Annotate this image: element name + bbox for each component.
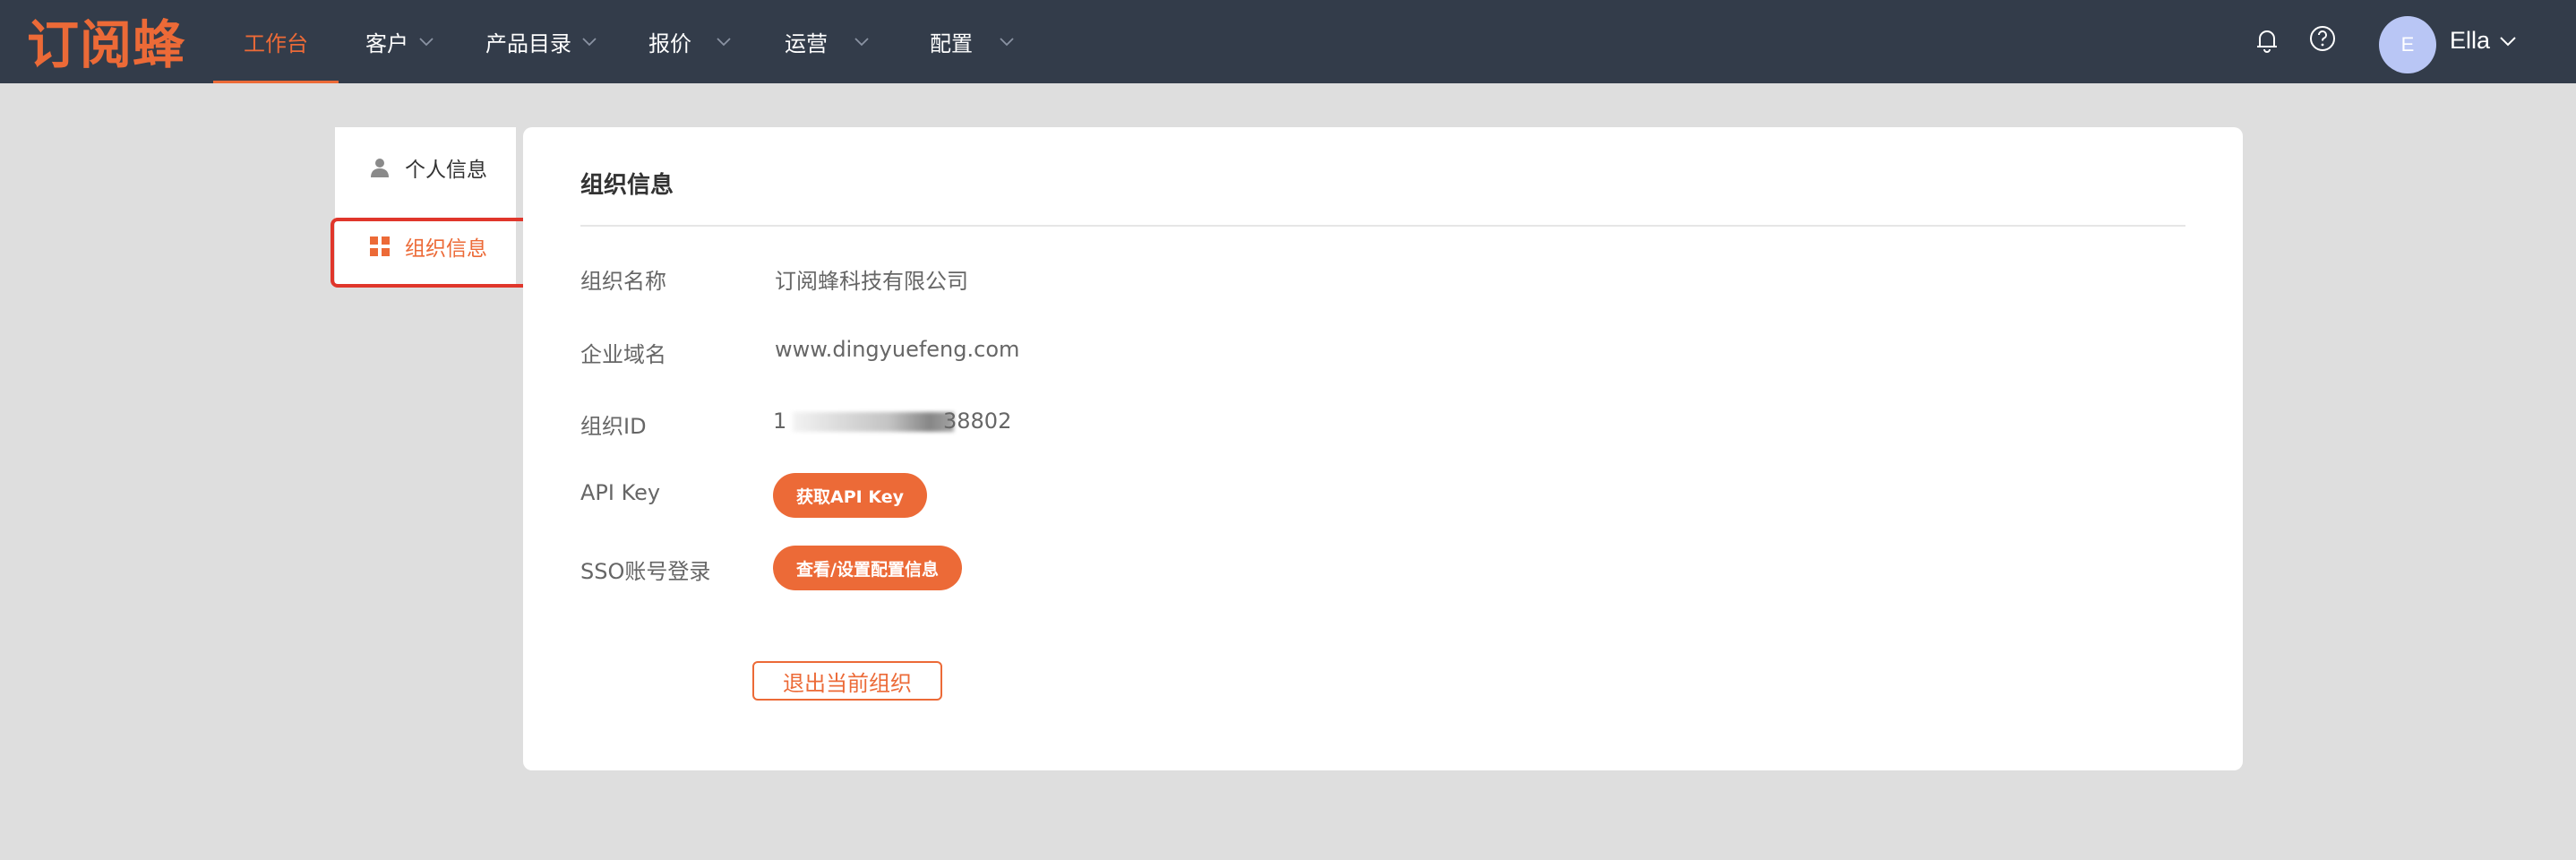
org-name-label: 组织名称 bbox=[580, 269, 666, 294]
nav-item-label: 运营 bbox=[785, 31, 828, 56]
chevron-down-icon bbox=[1000, 37, 1014, 47]
nav-item-customers[interactable]: 客户 bbox=[365, 0, 434, 83]
chevron-down-icon bbox=[582, 37, 597, 47]
side-menu-item-personal-info[interactable]: 个人信息 bbox=[335, 127, 516, 208]
bell-icon[interactable] bbox=[2252, 25, 2282, 56]
nav-item-settings[interactable]: 配置 bbox=[930, 0, 1014, 83]
avatar[interactable]: E bbox=[2379, 16, 2436, 73]
nav-item-operations[interactable]: 运营 bbox=[785, 0, 869, 83]
main-nav: 工作台 客户 产品目录 报价 运营 配置 bbox=[213, 0, 1014, 83]
domain-label: 企业域名 bbox=[580, 342, 666, 367]
nav-item-label: 配置 bbox=[930, 31, 973, 56]
user-name: Ella bbox=[2450, 27, 2491, 54]
chevron-down-icon bbox=[717, 37, 731, 47]
person-icon bbox=[369, 157, 391, 178]
nav-item-label: 客户 bbox=[365, 31, 408, 56]
page-title: 组织信息 bbox=[580, 172, 674, 199]
sso-label: SSO账号登录 bbox=[580, 559, 711, 584]
avatar-initial: E bbox=[2400, 33, 2415, 56]
app-logo[interactable]: 订阅蜂 bbox=[27, 9, 185, 75]
org-id-prefix: 1 bbox=[773, 408, 787, 434]
org-id-suffix: 38802 bbox=[943, 408, 1012, 434]
chevron-down-icon bbox=[419, 37, 434, 47]
chevron-down-icon bbox=[2499, 36, 2517, 47]
redaction-mask bbox=[793, 412, 954, 432]
help-icon[interactable] bbox=[2307, 23, 2338, 54]
org-id-label: 组织ID bbox=[580, 414, 647, 439]
user-menu[interactable]: Ella bbox=[2450, 27, 2517, 55]
api-key-label: API Key bbox=[580, 480, 661, 505]
org-name-value: 订阅蜂科技有限公司 bbox=[775, 269, 968, 294]
nav-item-label: 报价 bbox=[648, 31, 691, 56]
nav-item-workbench[interactable]: 工作台 bbox=[213, 0, 339, 83]
exit-org-button[interactable]: 退出当前组织 bbox=[752, 661, 942, 701]
nav-item-label: 工作台 bbox=[244, 31, 308, 56]
nav-item-product-catalog[interactable]: 产品目录 bbox=[485, 0, 597, 83]
top-navigation-bar: 订阅蜂 工作台 客户 产品目录 报价 运营 配置 E Ella bbox=[0, 0, 2576, 83]
sso-config-button[interactable]: 查看/设置配置信息 bbox=[773, 546, 962, 590]
chevron-down-icon bbox=[854, 37, 869, 47]
domain-value: www.dingyuefeng.com bbox=[775, 337, 1020, 362]
nav-item-quotes[interactable]: 报价 bbox=[648, 0, 731, 83]
org-info-panel: 组织信息 组织名称 订阅蜂科技有限公司 企业域名 www.dingyuefeng… bbox=[523, 127, 2243, 770]
divider bbox=[580, 225, 2185, 227]
get-api-key-button[interactable]: 获取API Key bbox=[773, 473, 927, 518]
nav-item-label: 产品目录 bbox=[485, 31, 571, 56]
side-menu-item-label: 个人信息 bbox=[405, 159, 487, 182]
